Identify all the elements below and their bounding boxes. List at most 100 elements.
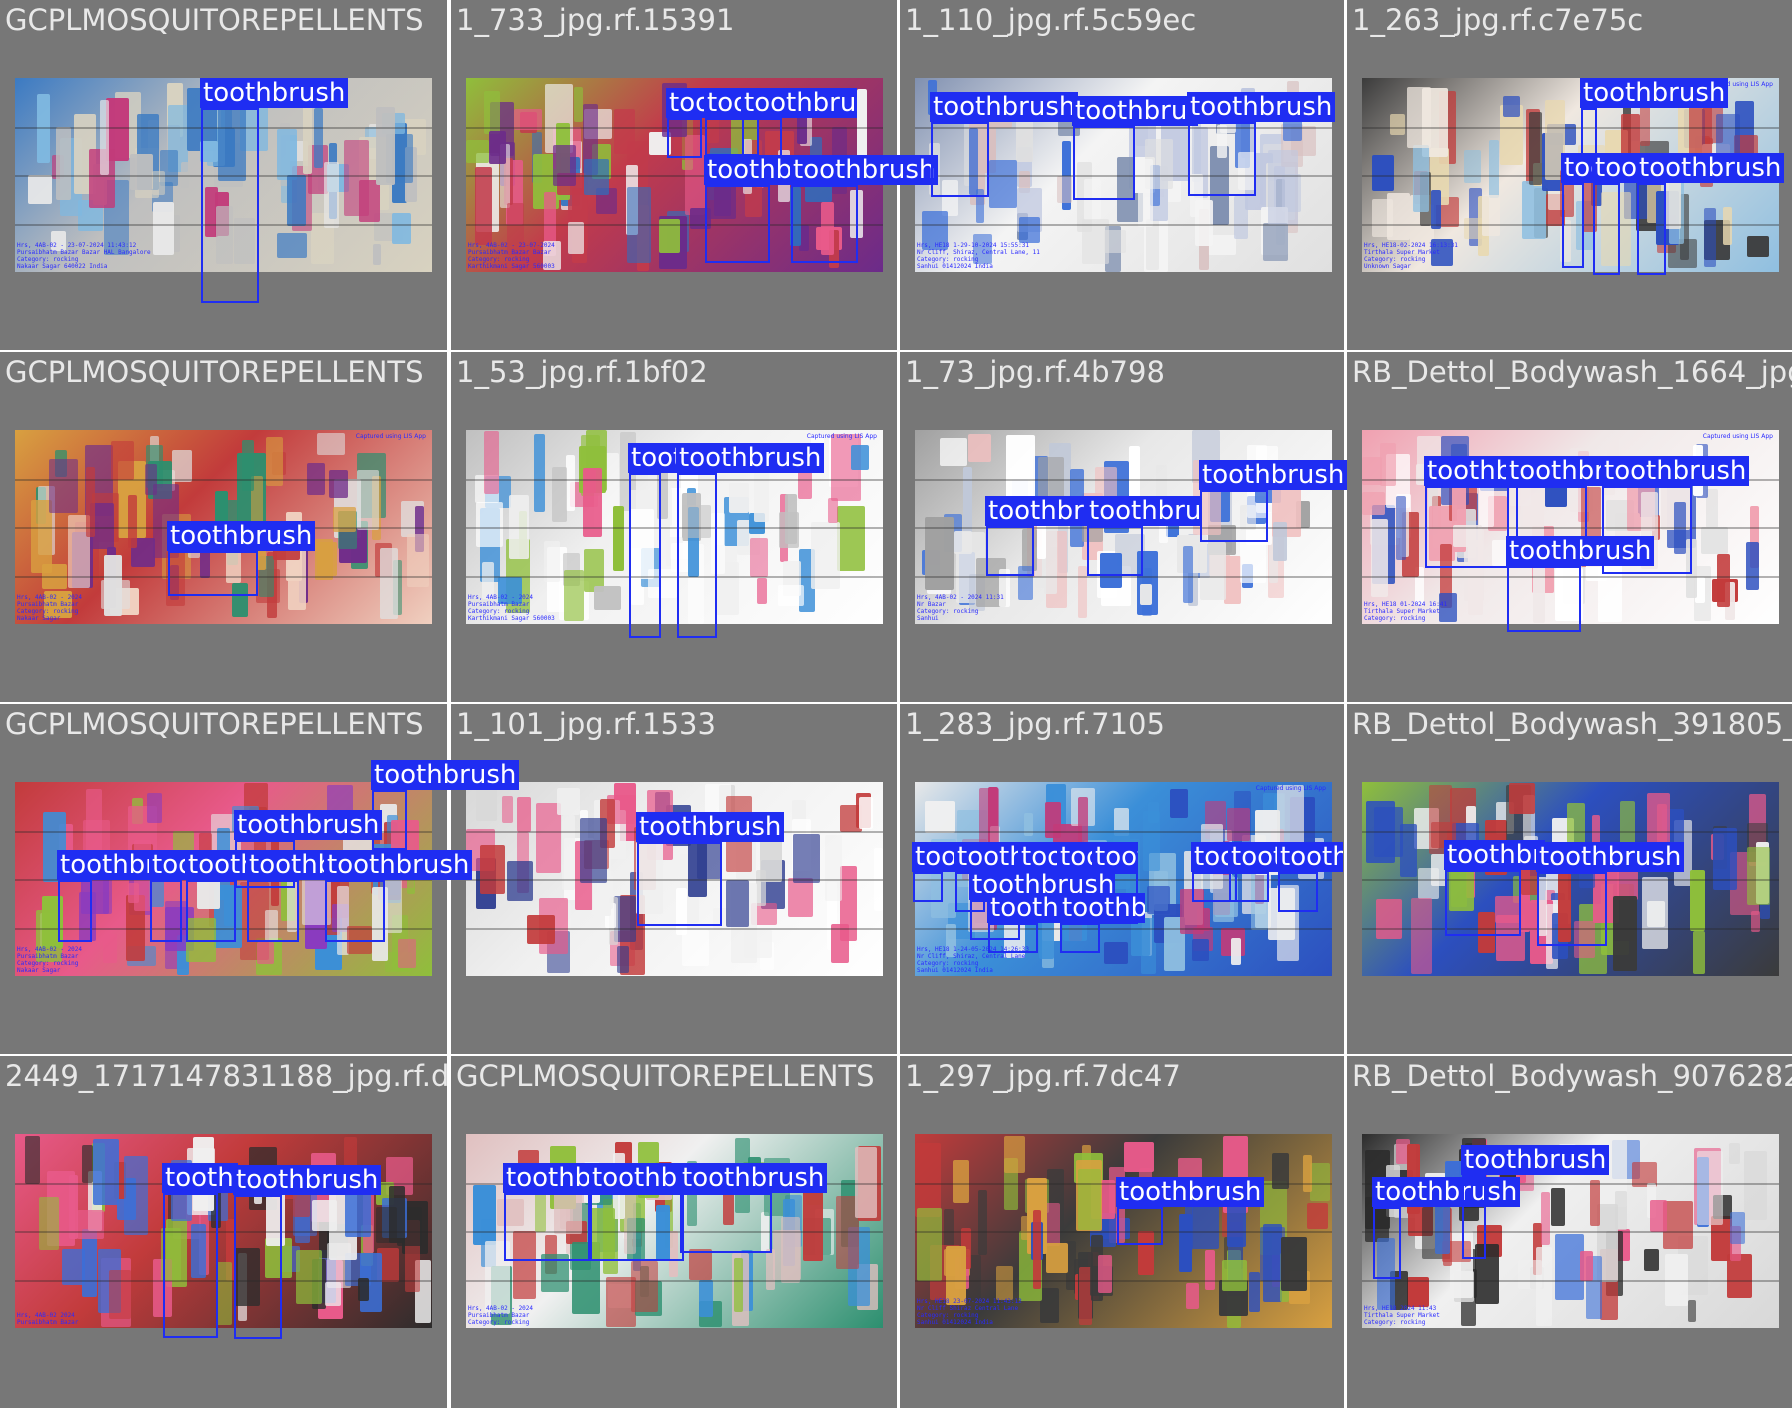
product-pack [153, 202, 174, 256]
product-pack [92, 1138, 119, 1205]
product-pack [613, 108, 635, 155]
detection-label: toothbrush [1072, 96, 1198, 126]
detection-box: toothbrush [149, 850, 298, 942]
detection-box: toothbrush [589, 1163, 690, 1261]
bounding-box [234, 1195, 282, 1339]
bounding-box [247, 880, 299, 942]
product-pack [968, 433, 991, 462]
bounding-box [1462, 1175, 1486, 1259]
detection-box: toothbrush [1461, 1145, 1610, 1259]
product-pack [1376, 899, 1402, 939]
product-pack [407, 534, 430, 587]
detection-box: toothbrush [1580, 78, 1729, 156]
detection-label: toothbrush [589, 1163, 690, 1193]
detection-label: toothbrush [57, 850, 158, 880]
product-pack [1746, 847, 1770, 905]
shelf-rail [466, 527, 883, 529]
bounding-box [186, 880, 236, 942]
detection-label: toothbrush [1636, 153, 1785, 183]
photo-timestamp-overlay: Hrs, 4AB-02 - 23-07-2024 11:43:12 Pursai… [17, 242, 151, 270]
product-pack [1267, 149, 1298, 225]
product-pack [475, 166, 493, 246]
product-pack [824, 835, 842, 901]
product-pack [772, 1229, 801, 1280]
product-pack [102, 933, 117, 964]
product-pack [1104, 942, 1128, 965]
cell-title: RB_Dettol_Bodywash_907628251_jpg.rf. [1352, 1059, 1792, 1093]
product-pack [593, 586, 621, 611]
product-pack [831, 923, 850, 964]
detection-box: toothbrush [676, 443, 825, 638]
bounding-box [1073, 126, 1135, 200]
product-pack [939, 438, 968, 466]
bounding-box [988, 923, 1038, 953]
detection-label: toothbrush [1536, 842, 1685, 872]
bounding-box [504, 1193, 590, 1261]
product-pack [749, 537, 768, 577]
product-pack [1143, 810, 1161, 871]
product-pack [526, 915, 555, 945]
detection-box: toothbrush [57, 850, 158, 942]
product-pack [733, 1257, 744, 1312]
product-pack [1482, 195, 1500, 236]
detection-box: toothbrush [741, 88, 857, 158]
bounding-box [1188, 122, 1256, 196]
detection-box: toothbrush [233, 1165, 382, 1339]
bounding-box [1200, 490, 1268, 542]
product-pack [1129, 446, 1141, 499]
product-pack [329, 470, 349, 499]
detection-box: toothbrush [628, 443, 694, 638]
product-pack [128, 495, 138, 548]
cell-title: RB_Dettol_Bodywash_391805_jpg.rf [1352, 707, 1792, 741]
product-pack [1371, 518, 1389, 598]
detection-box: toothbrush [185, 850, 291, 942]
bounding-box [1278, 872, 1318, 912]
product-pack [945, 1245, 966, 1306]
product-pack [392, 213, 412, 244]
product-pack [777, 585, 804, 606]
product-pack [104, 555, 122, 616]
product-pack [1281, 1236, 1308, 1291]
bounding-box [1581, 108, 1597, 156]
detection-box: toothbrush [1506, 536, 1655, 632]
product-pack [1178, 1157, 1202, 1180]
photo-app-caption: Captured using LIS App [355, 433, 426, 440]
bounding-box [986, 526, 1034, 576]
product-pack [1590, 1180, 1601, 1226]
shelf-rail [1362, 1231, 1779, 1233]
product-pack [123, 1155, 149, 1236]
product-pack [1642, 877, 1668, 949]
product-pack [977, 1190, 988, 1256]
shelf-rail [15, 1231, 432, 1233]
detection-label: toothbrush [233, 1165, 382, 1195]
detection-box: toothbrush [1372, 1177, 1521, 1279]
photo-timestamp-overlay: Hrs, 4AB-02 2024 Pursaibhatm Bazar [17, 1312, 79, 1326]
product-pack [1746, 542, 1759, 590]
product-pack [1137, 158, 1154, 228]
detection-label: toothbrush [1092, 842, 1138, 872]
product-pack [1306, 1202, 1329, 1230]
product-pack [100, 99, 110, 175]
shelf-rail [466, 927, 883, 930]
cell-title: 1_101_jpg.rf.1533 [456, 707, 716, 741]
detection-box: toothbrush [324, 850, 473, 942]
bounding-box [1593, 183, 1620, 275]
bounding-box [1562, 183, 1584, 268]
product-pack [1716, 554, 1731, 608]
product-pack [108, 1270, 131, 1319]
bounding-box [325, 880, 385, 942]
product-pack [828, 497, 838, 524]
product-pack [1412, 144, 1429, 212]
product-pack [1503, 96, 1521, 117]
detection-label: toothbrush [1372, 1177, 1521, 1207]
product-pack [1406, 1277, 1429, 1307]
detection-label: toothbrush [1461, 1145, 1610, 1175]
bounding-box [1117, 1207, 1163, 1245]
bounding-box [637, 842, 722, 926]
product-pack [314, 538, 333, 581]
detection-box: toothbrush [1072, 96, 1198, 200]
product-pack [1529, 111, 1543, 185]
product-pack [277, 233, 308, 258]
bounding-box [1373, 1207, 1401, 1279]
product-pack [779, 511, 800, 548]
